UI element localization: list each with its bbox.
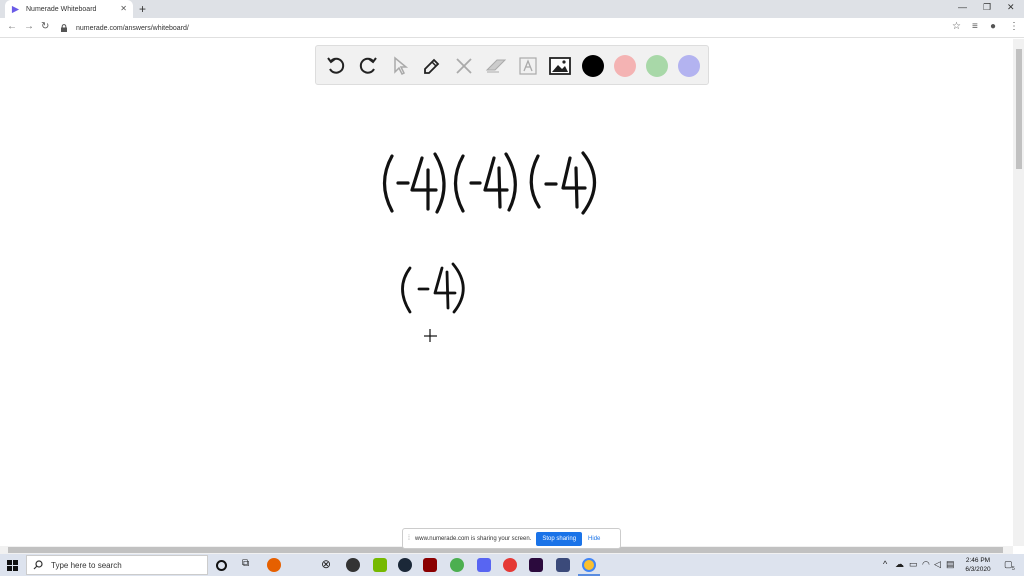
taskbar: Type here to search ⧉ ⊗ ^ ☁ ▭ ◠ ◁ ▤ 2:46… <box>0 554 1024 576</box>
cortana-icon[interactable] <box>216 560 227 571</box>
clock-date: 6/3/2020 <box>965 566 991 573</box>
taskbar-clock[interactable]: 2:46 PM 6/3/2020 <box>960 556 996 574</box>
app-icon-5[interactable] <box>556 558 570 572</box>
premiere-icon[interactable] <box>529 558 543 572</box>
search-placeholder: Type here to search <box>51 560 122 570</box>
stop-sharing-button[interactable]: Stop sharing <box>536 531 583 546</box>
volume-icon[interactable]: ◁ <box>934 559 941 570</box>
language-icon[interactable]: ▤ <box>946 559 955 570</box>
handwriting-layer <box>382 151 596 342</box>
handwriting-line-1 <box>382 151 596 215</box>
notification-count: 5 <box>1012 566 1015 572</box>
discord-icon[interactable] <box>477 558 491 572</box>
xbox-icon[interactable]: ⊗ <box>321 557 331 571</box>
vertical-scrollbar[interactable] <box>1013 39 1024 546</box>
drag-handle-icon[interactable]: ⁞ <box>408 535 410 542</box>
crosshair-cursor-icon <box>424 329 437 342</box>
vertical-scroll-thumb[interactable] <box>1016 49 1022 169</box>
clock-time: 2:46 PM <box>965 557 991 564</box>
task-view-icon[interactable]: ⧉ <box>242 558 249 569</box>
app-icon-2[interactable] <box>423 558 437 572</box>
nvidia-icon[interactable] <box>373 558 387 572</box>
chrome-icon[interactable] <box>582 558 596 572</box>
windows-start-icon[interactable] <box>7 560 18 571</box>
taskbar-search[interactable]: Type here to search <box>26 555 208 575</box>
screen-share-bar: ⁞ www.numerade.com is sharing your scree… <box>402 528 621 549</box>
network-icon[interactable]: ▭ <box>909 559 918 570</box>
steam-icon[interactable] <box>398 558 412 572</box>
app-icon-4[interactable] <box>503 558 517 572</box>
onedrive-icon[interactable]: ☁ <box>895 559 904 570</box>
firefox-icon[interactable] <box>267 558 281 572</box>
hide-button[interactable]: Hide <box>588 536 600 542</box>
app-icon-3[interactable] <box>450 558 464 572</box>
handwriting-line-2 <box>401 262 465 314</box>
wifi-icon[interactable]: ◠ <box>922 559 930 570</box>
show-hidden-icons-icon[interactable]: ^ <box>883 559 887 569</box>
search-icon <box>33 560 43 570</box>
app-icon-1[interactable] <box>346 558 360 572</box>
share-message: www.numerade.com is sharing your screen. <box>414 535 532 542</box>
